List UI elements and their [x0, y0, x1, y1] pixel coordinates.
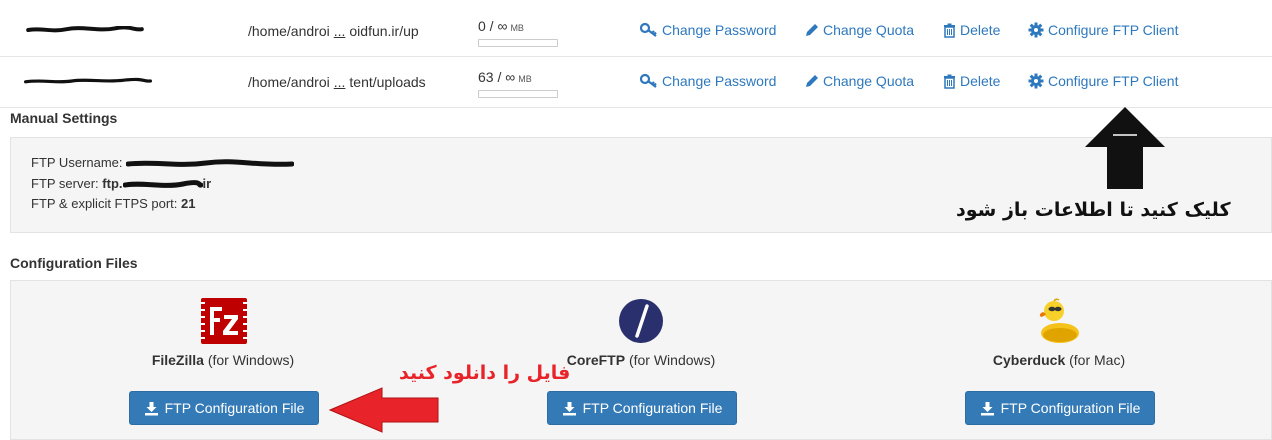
redacted-username — [26, 26, 144, 33]
redacted-server — [122, 179, 204, 188]
key-icon — [640, 73, 657, 88]
gear-icon — [1028, 22, 1044, 38]
pencil-icon — [806, 74, 818, 87]
ftp-port-line: FTP & explicit FTPS port: 21 — [31, 196, 196, 211]
download-hint-annotation: فایل را دانلود کنید — [399, 362, 571, 384]
trash-icon — [944, 23, 955, 38]
account-path: /home/androi... oidfun.ir/up — [248, 23, 419, 39]
cyberduck-download-button[interactable]: FTP Configuration File — [965, 391, 1155, 425]
coreftp-label: CoreFTP (for Windows) — [566, 352, 716, 368]
delete-link[interactable]: Delete — [943, 22, 1000, 38]
redacted-username — [24, 77, 152, 84]
delete-link[interactable]: Delete — [943, 73, 1000, 89]
download-icon — [980, 401, 994, 415]
cyberduck-icon — [1039, 298, 1079, 343]
configure-ftp-client-link[interactable]: Configure FTP Client — [1028, 22, 1178, 38]
filezilla-label: FileZilla (for Windows) — [151, 352, 295, 368]
redacted-username — [125, 158, 295, 167]
quota-usage: 0 / ∞ MB — [478, 18, 524, 34]
quota-usage: 63 / ∞ MB — [478, 69, 532, 85]
configure-ftp-client-link[interactable]: Configure FTP Client — [1028, 73, 1178, 89]
cyberduck-label: Cyberduck (for Mac) — [992, 352, 1126, 368]
filezilla-icon — [201, 298, 247, 344]
configuration-files-title: Configuration Files — [10, 255, 138, 271]
ftp-account-row: /home/androi... tent/uploads 63 / ∞ MB Cha… — [0, 57, 1272, 108]
quota-bar — [478, 90, 558, 98]
change-quota-link[interactable]: Change Quota — [804, 22, 914, 38]
ftp-server-line: FTP server: ftp. ir — [31, 176, 212, 191]
annotation-up-arrow — [1085, 107, 1165, 189]
annotation-left-arrow — [328, 387, 439, 433]
quota-bar — [478, 39, 558, 47]
key-icon — [640, 22, 657, 37]
pencil-icon — [806, 23, 818, 36]
change-password-link[interactable]: Change Password — [640, 73, 776, 89]
download-icon — [562, 401, 576, 415]
coreftp-download-button[interactable]: FTP Configuration File — [547, 391, 737, 425]
change-quota-link[interactable]: Change Quota — [804, 73, 914, 89]
account-path: /home/androi... tent/uploads — [248, 74, 426, 90]
gear-icon — [1028, 73, 1044, 89]
filezilla-download-button[interactable]: FTP Configuration File — [129, 391, 319, 425]
change-password-link[interactable]: Change Password — [640, 22, 776, 38]
trash-icon — [944, 74, 955, 89]
download-icon — [144, 401, 158, 415]
ftp-account-row: /home/androi... oidfun.ir/up 0 / ∞ MB Chan… — [0, 6, 1272, 57]
click-hint-annotation: کلیک کنید تا اطلاعات باز شود — [956, 199, 1231, 221]
ftp-username-line: FTP Username: — [31, 155, 295, 170]
coreftp-icon — [619, 299, 663, 343]
manual-settings-title: Manual Settings — [10, 110, 118, 126]
